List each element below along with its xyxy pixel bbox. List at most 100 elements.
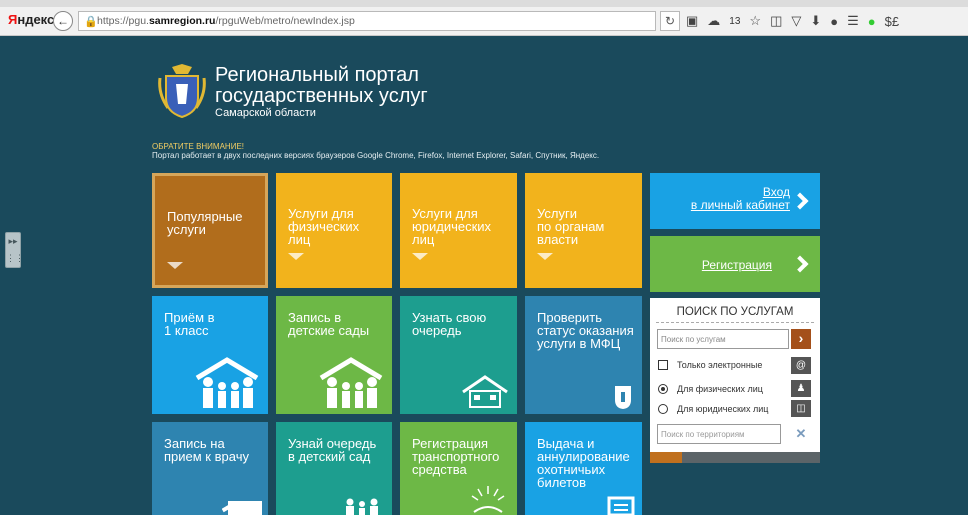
tile-doctor-appointment[interactable]: Запись на прием к врачу [152, 422, 268, 515]
yandex-logo[interactable]: Яндекс [8, 12, 54, 27]
tile-label: Услуги по органам власти [537, 207, 604, 246]
download-arrow-icon[interactable]: ⬇ [810, 13, 821, 29]
login-tile[interactable]: Вход в личный кабинет [650, 173, 820, 229]
reload-icon: ↻ [664, 14, 676, 28]
samara-emblem-icon [158, 64, 206, 118]
site-title[interactable]: Региональный портал государственных услу… [215, 65, 428, 107]
tile-label-line: прием к врачу [164, 449, 249, 464]
family-house-icon [319, 357, 383, 408]
tile-authority-services[interactable]: Услуги по органам власти [525, 173, 642, 288]
divider [656, 322, 814, 323]
register-link[interactable]: Регистрация [650, 258, 772, 272]
chat-icon[interactable]: ● [830, 14, 838, 29]
tile-popular-services[interactable]: Популярные услуги [152, 173, 268, 288]
car-lights-icon [471, 486, 505, 513]
family-house-icon [195, 357, 259, 408]
at-sign-icon: @ [791, 357, 811, 374]
radio-label: Для физических лиц [677, 384, 763, 394]
tile-label-line: 1 класс [164, 323, 209, 338]
url-domain: samregion.ru [148, 15, 216, 27]
site-title-line-1: Региональный портал [215, 64, 419, 86]
chevron-down-icon [537, 253, 553, 260]
service-search-panel: ПОИСК ПО УСЛУГАМ Поиск по услугам › Толь… [650, 298, 820, 463]
sidebar-toggle-handle[interactable]: ▸▸ ⋮⋮ [5, 232, 24, 268]
checkbox-label: Только электронные [677, 360, 763, 370]
chevron-right-icon [791, 255, 809, 273]
currency-icon[interactable]: $£ [885, 14, 899, 29]
menu-icon[interactable]: ☰ [847, 13, 859, 29]
chevron-right-icon [791, 192, 809, 210]
weather-value: 13 [729, 15, 741, 27]
tile-juridical-services[interactable]: Услуги для юридических лиц [400, 173, 517, 288]
mfc-logo-icon [615, 386, 631, 409]
house-icon [462, 375, 508, 408]
checkbox[interactable] [658, 360, 668, 370]
document-icon [607, 496, 635, 515]
tile-physical-services[interactable]: Услуги для физических лиц [276, 173, 392, 288]
radio-label: Для юридических лиц [677, 404, 769, 414]
search-panel-progress-bar [650, 452, 820, 463]
tile-label: Выдача и аннулирование охотничьих билето… [537, 437, 630, 489]
site-title-line-2: государственных услуг [215, 85, 428, 107]
chevron-down-icon [167, 262, 183, 269]
login-link[interactable]: Вход в личный кабинет [650, 186, 790, 212]
back-button[interactable]: ← [53, 11, 73, 31]
downloads-icon[interactable]: ◫ [770, 13, 782, 29]
login-link-line: в личный кабинет [690, 198, 790, 212]
register-tile[interactable]: Регистрация [650, 236, 820, 292]
tile-label: Узнай очередь в детский сад [288, 437, 376, 463]
toolbar-icons: ▣ ☁ 13 ☆ ◫ ▽ ⬇ ● ☰ ● $£ [686, 12, 899, 30]
tile-label: Регистрация транспортного средства [412, 437, 499, 476]
tile-hunting-licenses[interactable]: Выдача и аннулирование охотничьих билето… [525, 422, 642, 515]
image-icon[interactable]: ▣ [686, 13, 698, 29]
progress-fill [650, 452, 682, 463]
shield-icon[interactable]: ▽ [791, 13, 801, 29]
tile-label-line: билетов [537, 475, 587, 490]
territory-search-input[interactable]: Поиск по территориям [657, 424, 781, 444]
tile-mfc-status[interactable]: Проверить статус оказания услуги в МФЦ [525, 296, 642, 414]
tile-label-line: лиц [288, 232, 311, 247]
url-path: /rpguWeb/metro/newIndex.jsp [215, 15, 355, 27]
tile-label-line: очередь [412, 323, 462, 338]
arrow-right-icon: › [798, 330, 804, 346]
address-bar[interactable]: 🔒 https://pgu.samregion.ru/rpguWeb/metro… [78, 11, 656, 31]
tab-strip [0, 0, 968, 7]
star-icon[interactable]: ☆ [749, 13, 761, 29]
search-submit-button[interactable]: › [791, 329, 811, 349]
url-text: https://pgu.samregion.ru/rpguWeb/metro/n… [97, 15, 355, 27]
cloud-icon[interactable]: ☁ [707, 13, 720, 29]
brand-rest: ндекс [17, 12, 55, 27]
tile-label-line: лиц [412, 232, 435, 247]
reload-button[interactable]: ↻ [660, 11, 680, 31]
tile-kindergarten-queue[interactable]: Узнай очередь в детский сад [276, 422, 392, 515]
tile-kindergarten-enrollment[interactable]: Запись в детские сады [276, 296, 392, 414]
children-icon [346, 498, 378, 515]
brand-letter: Я [8, 12, 18, 27]
tile-label-line: в детский сад [288, 449, 371, 464]
clear-icon[interactable]: ✕ [794, 424, 808, 444]
browser-toolbar: Яндекс ← 🔒 https://pgu.samregion.ru/rpgu… [0, 0, 968, 36]
tile-check-queue[interactable]: Узнать свою очередь [400, 296, 517, 414]
tile-vehicle-registration[interactable]: Регистрация транспортного средства [400, 422, 517, 515]
radio-button[interactable] [658, 384, 668, 394]
tile-label-line: средства [412, 462, 467, 477]
tile-label: Популярные услуги [167, 210, 242, 236]
tile-label: Проверить статус оказания услуги в МФЦ [537, 311, 634, 350]
lock-icon: 🔒 [84, 16, 98, 28]
notice-title: ОБРАТИТЕ ВНИМАНИЕ! [152, 142, 245, 151]
medical-card-icon [222, 501, 262, 515]
person-icon: ♟ [791, 380, 811, 397]
tile-label: Узнать свою очередь [412, 311, 486, 337]
status-dot-icon[interactable]: ● [868, 14, 876, 29]
search-title: ПОИСК ПО УСЛУГАМ [676, 306, 794, 318]
radio-button[interactable] [658, 404, 668, 414]
tile-label: Приём в 1 класс [164, 311, 215, 337]
tile-label-line: власти [537, 232, 579, 247]
tile-school-enrollment[interactable]: Приём в 1 класс [152, 296, 268, 414]
tile-label-line: услуги [167, 222, 206, 237]
back-arrow-icon: ← [57, 14, 69, 28]
tile-label: Услуги для физических лиц [288, 207, 359, 246]
tile-label: Запись на прием к врачу [164, 437, 249, 463]
notice-text: Портал работает в двух последних версиях… [152, 151, 600, 160]
service-search-input[interactable]: Поиск по услугам [657, 329, 789, 349]
